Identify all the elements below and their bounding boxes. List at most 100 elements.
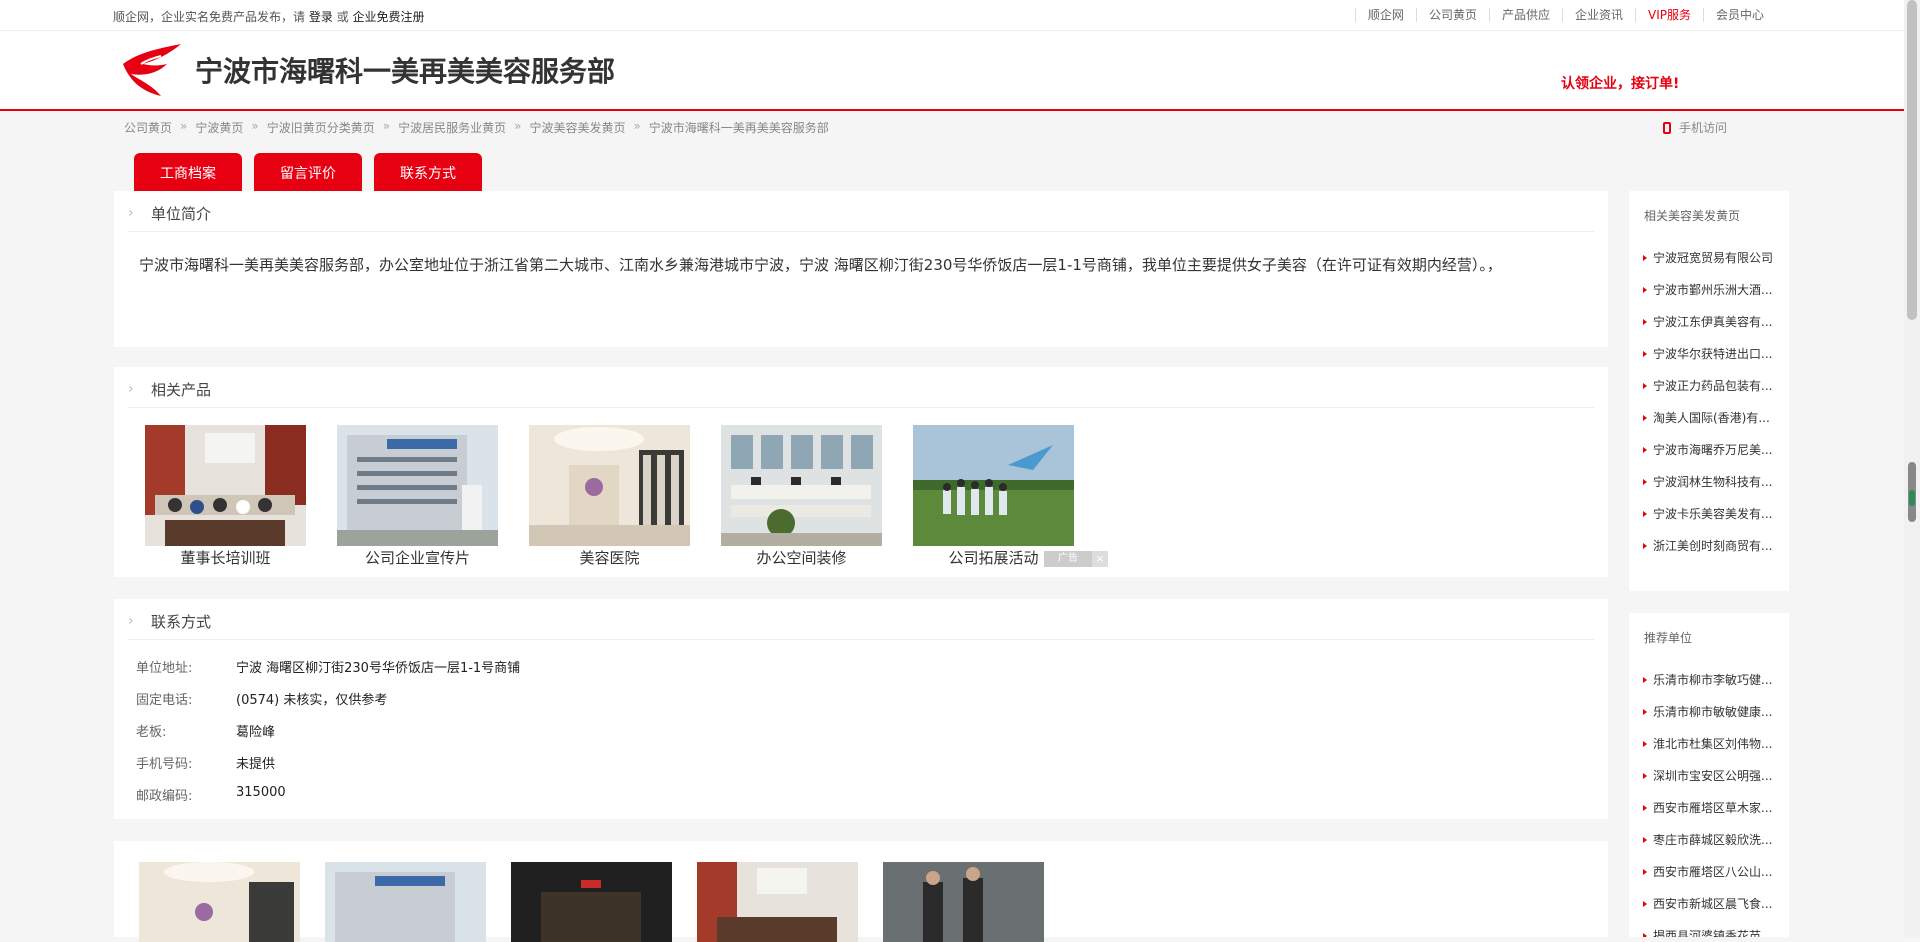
nav-shunqi[interactable]: 顺企网 [1354, 8, 1416, 22]
login-link[interactable]: 登录 [309, 10, 333, 24]
related-item[interactable]: 淘美人国际(香港)有... [1643, 409, 1773, 441]
product-card[interactable]: 公司企业宣传片 [337, 425, 498, 568]
related-item[interactable]: 宁波华尔获特进出口... [1643, 345, 1773, 377]
gallery-image[interactable] [325, 862, 486, 942]
contact-label: 手机号码: [136, 757, 193, 772]
image-strip-panel [114, 841, 1608, 942]
breadcrumb-sep: » [180, 119, 188, 133]
related-item[interactable]: 宁波市海曙乔万尼美... [1643, 441, 1773, 473]
recommend-item[interactable]: 揭西县河婆镇香花苗... [1643, 927, 1772, 937]
contact-address: 宁波 海曙区柳汀街230号华侨饭店一层1-1号商铺 [236, 661, 521, 676]
related-item[interactable]: 宁波江东伊真美容有... [1643, 313, 1773, 345]
products-panel: › 相关产品 董事长培训班 公司企业宣传片 美容医院 办公空间装修 公司拓展活动… [114, 367, 1608, 577]
top-bar-intro: 顺企网，企业实名免费产品发布，请 登录 或 企业免费注册 [113, 8, 425, 25]
scroll-widget-indicator [1909, 490, 1915, 506]
or-text: 或 [336, 10, 349, 24]
top-bar: 顺企网，企业实名免费产品发布，请 登录 或 企业免费注册 顺企网 公司黄页 产品… [0, 0, 1904, 31]
tab-contact[interactable]: 联系方式 [374, 153, 482, 191]
contact-label: 单位地址: [136, 661, 193, 676]
nav-products[interactable]: 产品供应 [1488, 8, 1562, 22]
chevron-right-icon: › [128, 613, 134, 629]
intro-panel: › 单位简介 宁波市海曙科一美再美美容服务部，办公室地址位于浙江省第二大城市、江… [114, 191, 1608, 347]
mobile-visit-label: 手机访问 [1679, 121, 1728, 135]
related-item[interactable]: 浙江美创时刻商贸有... [1643, 537, 1773, 569]
product-card[interactable]: 董事长培训班 [145, 425, 306, 568]
related-title: 相关美容美发黄页 [1644, 209, 1741, 223]
ad-close-icon[interactable]: × [1092, 551, 1108, 567]
contact-panel: › 联系方式 单位地址: 宁波 海曙区柳汀街230号华侨饭店一层1-1号商铺 固… [114, 599, 1608, 819]
related-list: 宁波冠宽贸易有限公司 宁波市鄞州乐洲大酒... 宁波江东伊真美容有... 宁波华… [1643, 249, 1773, 569]
breadcrumb-item[interactable]: 宁波旧黄页分类黄页 [267, 119, 375, 136]
contact-mobile: 未提供 [236, 757, 276, 772]
recommend-item[interactable]: 淮北市杜集区刘伟物... [1643, 735, 1772, 767]
intro-body: 宁波市海曙科一美再美美容服务部，办公室地址位于浙江省第二大城市、江南水乡兼海港城… [139, 256, 1502, 274]
contact-label: 邮政编码: [136, 789, 193, 804]
intro-title: 单位简介 [151, 205, 212, 223]
chevron-right-icon: › [128, 381, 134, 397]
recommend-item[interactable]: 西安市雁塔区八公山... [1643, 863, 1772, 895]
site-header: 宁波市海曙科一美再美美容服务部 认领企业，接订单! [0, 31, 1904, 111]
contact-title: 联系方式 [151, 613, 212, 631]
product-name[interactable]: 办公空间装修 [721, 547, 882, 568]
product-name[interactable]: 公司企业宣传片 [337, 547, 498, 568]
related-item[interactable]: 宁波卡乐美容美发有... [1643, 505, 1773, 537]
products-heading: › 相关产品 [128, 377, 1594, 408]
product-image[interactable] [337, 425, 498, 546]
contact-label: 固定电话: [136, 693, 193, 708]
recommend-item[interactable]: 乐清市柳市李敏巧健... [1643, 671, 1772, 703]
product-name[interactable]: 董事长培训班 [145, 547, 306, 568]
recommend-list: 乐清市柳市李敏巧健... 乐清市柳市敏敏健康... 淮北市杜集区刘伟物... 深… [1643, 671, 1772, 937]
breadcrumb-current: 宁波市海曙科一美再美美容服务部 [648, 121, 829, 135]
related-sidebar: 相关美容美发黄页 宁波冠宽贸易有限公司 宁波市鄞州乐洲大酒... 宁波江东伊真美… [1629, 191, 1789, 591]
gallery-image[interactable] [511, 862, 672, 942]
product-name[interactable]: 美容医院 [529, 547, 690, 568]
product-card[interactable]: 公司拓展活动 [913, 425, 1074, 568]
product-card[interactable]: 办公空间装修 [721, 425, 882, 568]
intro-text: 顺企网，企业实名免费产品发布，请 [113, 10, 306, 24]
gallery-image[interactable] [697, 862, 858, 942]
breadcrumb-sep: » [514, 119, 522, 133]
nav-yellow-pages[interactable]: 公司黄页 [1415, 8, 1489, 22]
breadcrumb-item[interactable]: 宁波居民服务业黄页 [398, 119, 506, 136]
recommend-sidebar: 推荐单位 乐清市柳市李敏巧健... 乐清市柳市敏敏健康... 淮北市杜集区刘伟物… [1629, 613, 1789, 937]
logo-icon[interactable] [121, 44, 183, 98]
recommend-item[interactable]: 乐清市柳市敏敏健康... [1643, 703, 1772, 735]
tab-comments[interactable]: 留言评价 [254, 153, 362, 191]
breadcrumb: 公司黄页 » 宁波黄页 » 宁波旧黄页分类黄页 » 宁波居民服务业黄页 » 宁波美容美发… [124, 119, 829, 136]
product-image[interactable] [721, 425, 882, 546]
gallery-image[interactable] [139, 862, 300, 942]
mobile-visit-link[interactable]: 手机访问 [1663, 119, 1727, 136]
related-item[interactable]: 宁波正力药品包装有... [1643, 377, 1773, 409]
contact-heading: › 联系方式 [128, 609, 1594, 640]
nav-vip[interactable]: VIP服务 [1634, 8, 1703, 22]
breadcrumb-item[interactable]: 宁波黄页 [195, 119, 243, 136]
intro-heading: › 单位简介 [128, 201, 1594, 232]
product-image[interactable] [529, 425, 690, 546]
chevron-right-icon: › [128, 205, 134, 221]
recommend-item[interactable]: 枣庄市薛城区毅欣洗... [1643, 831, 1772, 863]
related-item[interactable]: 宁波润林生物科技有... [1643, 473, 1773, 505]
breadcrumb-sep: » [382, 119, 391, 133]
breadcrumb-item[interactable]: 公司黄页 [124, 119, 172, 136]
nav-news[interactable]: 企业资讯 [1561, 8, 1635, 22]
related-item[interactable]: 宁波市鄞州乐洲大酒... [1643, 281, 1773, 313]
recommend-item[interactable]: 西安市新城区晨飞食... [1643, 895, 1772, 927]
breadcrumb-item[interactable]: 宁波美容美发黄页 [529, 119, 625, 136]
contact-boss: 葛险峰 [236, 725, 276, 740]
page-title: 宁波市海曙科一美再美美容服务部 [195, 55, 616, 88]
product-image[interactable] [913, 425, 1074, 546]
nav-member[interactable]: 会员中心 [1702, 8, 1776, 22]
gallery-image[interactable] [883, 862, 1044, 942]
section-tabs: 工商档案 留言评价 联系方式 [134, 153, 494, 191]
product-card[interactable]: 美容医院 [529, 425, 690, 568]
register-link[interactable]: 企业免费注册 [353, 10, 425, 24]
page-scrollbar[interactable] [1904, 0, 1920, 937]
top-nav: 顺企网 公司黄页 产品供应 企业资讯 VIP服务 会员中心 [1354, 8, 1776, 22]
related-item[interactable]: 宁波冠宽贸易有限公司 [1643, 249, 1773, 281]
recommend-item[interactable]: 深圳市宝安区公明强... [1643, 767, 1772, 799]
product-image[interactable] [145, 425, 306, 546]
claim-company-link[interactable]: 认领企业，接订单! [1561, 73, 1679, 93]
recommend-item[interactable]: 西安市雁塔区草木家... [1643, 799, 1772, 831]
scrollbar-thumb[interactable] [1907, 0, 1917, 320]
tab-business-record[interactable]: 工商档案 [134, 153, 242, 191]
